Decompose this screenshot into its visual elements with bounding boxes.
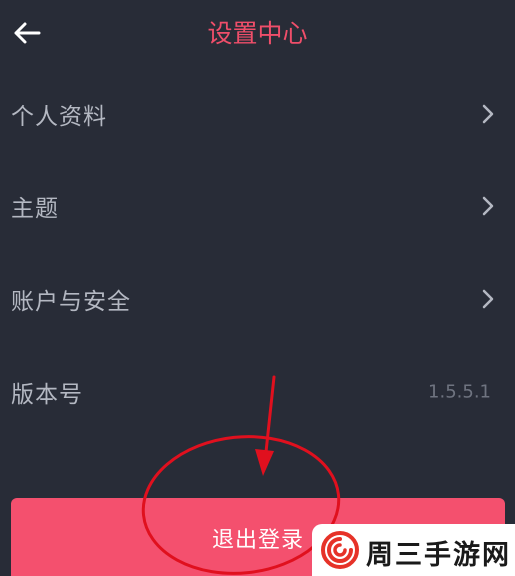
version-value: 1.5.5.1: [428, 381, 491, 403]
settings-item-account-security[interactable]: 账户与安全: [0, 253, 515, 345]
settings-item-version: 版本号 1.5.5.1: [0, 346, 515, 438]
annotation-arrow-head: [255, 449, 274, 476]
watermark-text: 周三手游网: [366, 540, 511, 571]
chevron-right-icon: [482, 196, 494, 216]
chevron-right-icon: [482, 104, 494, 124]
page-title: 设置中心: [207, 19, 308, 48]
header-bar: 设置中心: [0, 0, 515, 68]
watermark-logo-icon: [321, 531, 359, 569]
settings-item-theme[interactable]: 主题: [0, 160, 515, 252]
settings-item-profile[interactable]: 个人资料: [0, 68, 515, 160]
chevron-right-icon: [482, 289, 494, 309]
settings-item-label: 主题: [11, 196, 59, 222]
settings-item-label: 个人资料: [11, 104, 107, 130]
settings-item-label: 版本号: [11, 382, 83, 408]
settings-item-label: 账户与安全: [11, 289, 131, 315]
watermark-badge: 周三手游网: [312, 524, 515, 576]
